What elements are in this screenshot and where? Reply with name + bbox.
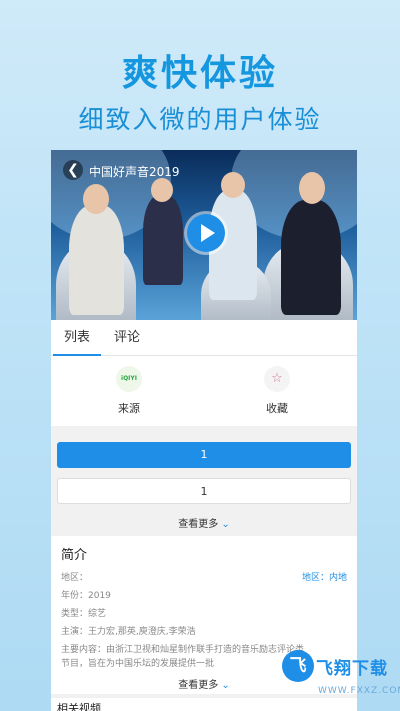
related-title: 相关视频 <box>57 702 101 711</box>
watermark-logo: 飞 飞翔下载 WWW.FXXZ.COM <box>282 650 400 705</box>
video-player[interactable]: ❮ 中国好声音2019 <box>51 150 357 320</box>
video-title: 中国好声音2019 <box>89 165 180 179</box>
year-row: 年份：2019 <box>61 591 111 601</box>
see-more-label: 查看更多 <box>178 519 219 530</box>
source-action[interactable]: iQIYI 来源 <box>99 366 159 416</box>
favorite-action[interactable]: ☆ 收藏 <box>247 366 307 416</box>
promo-title: 爽快体验 <box>121 53 278 94</box>
app-screen: ❮ 中国好声音2019 列表 评论 iQIYI 来源 ☆ 收藏 1 1 查看更多… <box>51 150 357 711</box>
region-value: 地区：内地 <box>301 573 347 583</box>
episode-button[interactable]: 1 <box>57 478 351 504</box>
back-button[interactable]: ❮ <box>63 160 83 180</box>
detail-tabs: 列表 评论 <box>51 320 357 356</box>
action-bar: iQIYI 来源 ☆ 收藏 <box>51 356 357 426</box>
region-row: 地区： <box>61 573 89 583</box>
watermark-badge: 飞 <box>282 650 314 682</box>
star-icon: ☆ <box>264 366 290 392</box>
episode-list: 1 1 查看更多 ⌄ <box>51 426 357 530</box>
judge-head <box>299 172 325 204</box>
judge-head <box>221 172 245 198</box>
favorite-label: 收藏 <box>266 402 288 415</box>
play-button[interactable] <box>187 214 225 252</box>
watermark-text: 飞翔下载 <box>316 659 388 679</box>
content-row-2: 节目，旨在为中国乐坛的发展提供一批 <box>61 659 215 669</box>
content-row-1: 主要内容：由浙江卫视和灿星制作联手打造的音乐励志评论类 <box>61 645 305 655</box>
episode-button-selected[interactable]: 1 <box>57 442 351 468</box>
tab-list[interactable]: 列表 <box>53 320 101 356</box>
singer-head <box>151 178 173 202</box>
judge-figure <box>69 205 124 315</box>
tab-comments[interactable]: 评论 <box>107 320 147 356</box>
type-row: 类型：综艺 <box>61 609 107 619</box>
judge-head <box>83 184 109 214</box>
episodes-see-more[interactable]: 查看更多 ⌄ <box>51 515 357 530</box>
source-label: 来源 <box>118 402 140 415</box>
intro-title: 简介 <box>61 548 88 563</box>
chevron-down-icon: ⌄ <box>221 519 230 530</box>
see-more-label: 查看更多 <box>178 680 219 691</box>
promo-subtitle: 细致入微的用户体验 <box>78 105 322 134</box>
watermark-url: WWW.FXXZ.COM <box>318 686 400 696</box>
judge-figure <box>281 200 341 315</box>
chevron-down-icon: ⌄ <box>221 680 230 691</box>
singer-figure <box>143 195 183 285</box>
iqiyi-icon: iQIYI <box>116 366 142 392</box>
cast-row: 主演：王力宏,那英,庾澄庆,李荣浩 <box>61 627 196 637</box>
